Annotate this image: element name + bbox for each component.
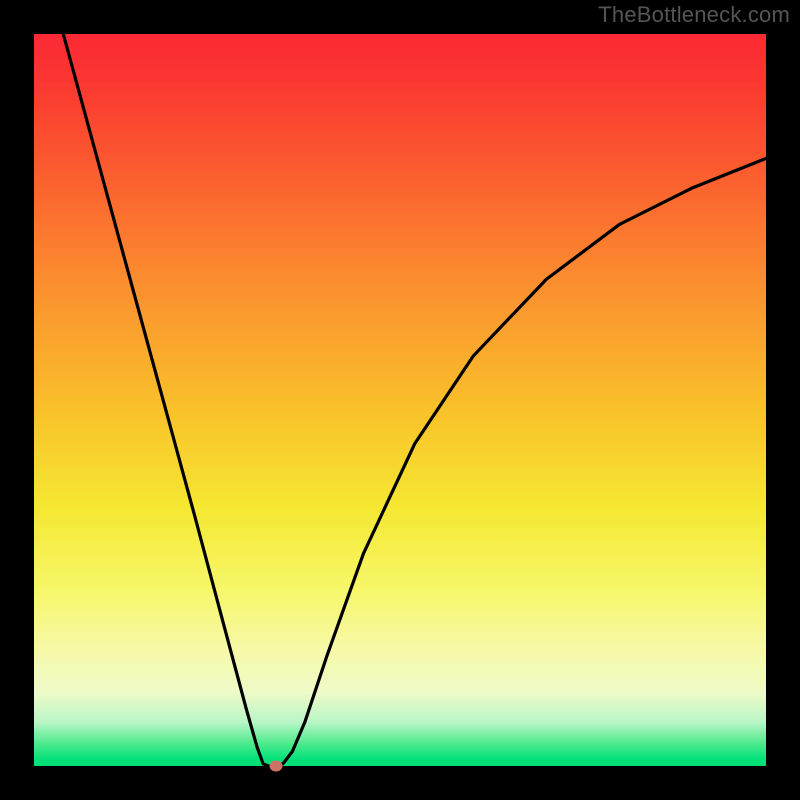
bottleneck-curve (34, 34, 766, 766)
watermark-text: TheBottleneck.com (598, 2, 790, 28)
optimal-point-marker (269, 761, 282, 772)
plot-area (34, 34, 766, 766)
chart-frame: TheBottleneck.com (0, 0, 800, 800)
